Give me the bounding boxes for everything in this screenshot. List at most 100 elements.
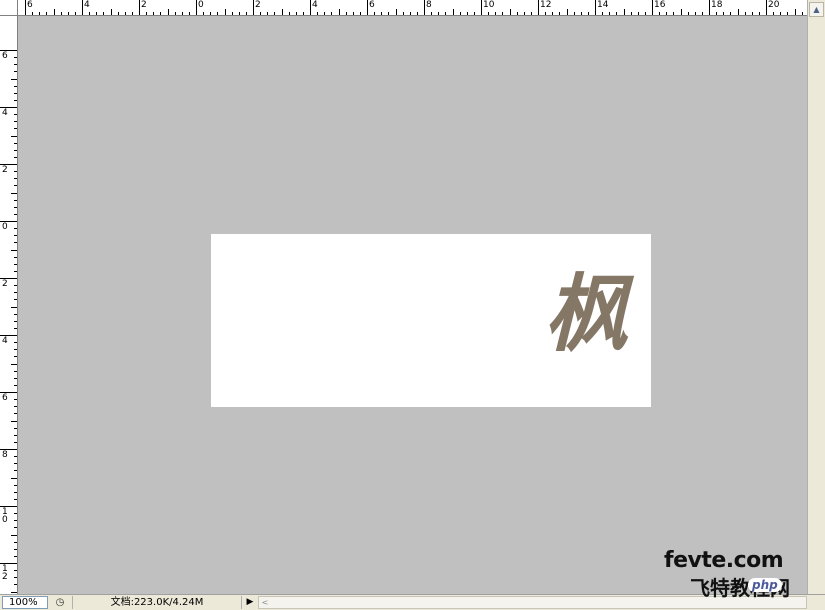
ruler-minor-tick bbox=[14, 270, 17, 272]
ruler-minor-tick bbox=[14, 263, 17, 265]
ruler-minor-tick bbox=[96, 12, 98, 15]
scroll-up-button[interactable]: ▲ bbox=[809, 2, 824, 17]
ruler-minor-tick bbox=[110, 9, 112, 15]
ruler-minor-tick bbox=[14, 85, 17, 87]
ruler-minor-tick bbox=[14, 513, 17, 515]
ruler-minor-tick bbox=[14, 413, 17, 415]
ruler-minor-tick bbox=[502, 12, 504, 15]
ruler-major-tick bbox=[367, 0, 368, 15]
ruler-minor-tick bbox=[609, 12, 611, 15]
ruler-minor-tick bbox=[260, 12, 262, 15]
ruler-minor-tick bbox=[14, 213, 17, 215]
ruler-minor-tick bbox=[210, 12, 212, 15]
ruler-minor-tick bbox=[117, 12, 119, 15]
ruler-minor-tick bbox=[14, 456, 17, 458]
ruler-minor-tick bbox=[60, 12, 62, 15]
ruler-minor-tick bbox=[302, 12, 304, 15]
ruler-minor-tick bbox=[345, 12, 347, 15]
ruler-minor-tick bbox=[431, 12, 433, 15]
ruler-major-tick bbox=[139, 0, 140, 15]
horizontal-ruler[interactable]: 6 4 2 0 2 4 6 8 10 12 14 16 18 20 bbox=[18, 0, 807, 16]
ruler-minor-tick bbox=[14, 427, 17, 429]
ruler-minor-tick bbox=[14, 548, 17, 550]
ruler-minor-tick bbox=[267, 12, 269, 15]
scroll-left-button[interactable]: < bbox=[259, 597, 271, 608]
ruler-minor-tick bbox=[14, 292, 17, 294]
ruler-minor-tick bbox=[14, 434, 17, 436]
ruler-minor-tick bbox=[174, 12, 176, 15]
ruler-minor-tick bbox=[11, 249, 17, 251]
ruler-minor-tick bbox=[11, 192, 17, 194]
ruler-label: 18 bbox=[711, 0, 723, 10]
ruler-label: 6 bbox=[369, 0, 375, 10]
ruler-major-tick bbox=[253, 0, 254, 15]
ruler-minor-tick bbox=[623, 9, 625, 15]
document-size-info: 文档:223.0K/4.24M bbox=[72, 596, 242, 609]
ruler-label: 10 bbox=[483, 0, 495, 10]
ruler-minor-tick bbox=[445, 12, 447, 15]
ruler-major-tick bbox=[652, 0, 653, 15]
watermark-site: fevte.com bbox=[664, 548, 784, 573]
ruler-minor-tick bbox=[167, 9, 169, 15]
ruler-minor-tick bbox=[416, 12, 418, 15]
ruler-minor-tick bbox=[473, 12, 475, 15]
ruler-minor-tick bbox=[11, 477, 17, 479]
ruler-label: 2 bbox=[2, 279, 8, 289]
ruler-minor-tick bbox=[637, 12, 639, 15]
ruler-label: 4 bbox=[2, 336, 8, 346]
ruler-minor-tick bbox=[14, 299, 17, 301]
ruler-label: 2 bbox=[2, 165, 8, 175]
ruler-minor-tick bbox=[11, 420, 17, 422]
ruler-minor-tick bbox=[14, 498, 17, 500]
ruler-minor-tick bbox=[744, 12, 746, 15]
ruler-minor-tick bbox=[14, 199, 17, 201]
ruler-minor-tick bbox=[146, 12, 148, 15]
ruler-minor-tick bbox=[559, 12, 561, 15]
ruler-minor-tick bbox=[131, 12, 133, 15]
zoom-level-field[interactable]: 100% bbox=[2, 596, 48, 609]
ruler-minor-tick bbox=[573, 12, 575, 15]
document-canvas[interactable]: 枫 bbox=[211, 234, 651, 407]
ruler-minor-tick bbox=[11, 363, 17, 365]
ruler-label: 12 bbox=[540, 0, 552, 10]
ruler-label: 20 bbox=[768, 0, 780, 10]
ruler-minor-tick bbox=[644, 12, 646, 15]
ruler-minor-tick bbox=[758, 12, 760, 15]
ruler-minor-tick bbox=[751, 12, 753, 15]
canvas-workspace[interactable]: 枫 bbox=[18, 16, 807, 594]
ruler-minor-tick bbox=[14, 470, 17, 472]
vertical-scrollbar[interactable]: ▲ bbox=[807, 0, 825, 594]
ruler-minor-tick bbox=[14, 441, 17, 443]
ruler-minor-tick bbox=[737, 9, 739, 15]
ruler-major-tick bbox=[82, 0, 83, 15]
vertical-ruler[interactable]: 6 4 2 0 2 4 6 8 1 0 1 2 bbox=[0, 16, 18, 594]
ruler-origin-corner[interactable] bbox=[0, 0, 18, 16]
ruler-minor-tick bbox=[103, 12, 105, 15]
ruler-major-tick bbox=[709, 0, 710, 15]
ruler-major-tick bbox=[481, 0, 482, 15]
ruler-minor-tick bbox=[46, 12, 48, 15]
ruler-minor-tick bbox=[14, 555, 17, 557]
status-info-icon[interactable]: ◷ bbox=[52, 596, 68, 609]
watermark-php-badge: php bbox=[748, 578, 782, 592]
ruler-minor-tick bbox=[14, 570, 17, 572]
ruler-minor-tick bbox=[716, 12, 718, 15]
ruler-minor-tick bbox=[89, 12, 91, 15]
ruler-label: 1 0 bbox=[2, 507, 8, 525]
ruler-minor-tick bbox=[402, 12, 404, 15]
ruler-minor-tick bbox=[67, 12, 69, 15]
ruler-minor-tick bbox=[14, 171, 17, 173]
ruler-minor-tick bbox=[14, 527, 17, 529]
ruler-minor-tick bbox=[530, 12, 532, 15]
ruler-minor-tick bbox=[14, 99, 17, 101]
ruler-minor-tick bbox=[687, 12, 689, 15]
ruler-minor-tick bbox=[14, 356, 17, 358]
status-menu-arrow-icon[interactable]: ▶ bbox=[244, 596, 256, 609]
ruler-minor-tick bbox=[659, 12, 661, 15]
ruler-minor-tick bbox=[14, 206, 17, 208]
ruler-major-tick bbox=[595, 0, 596, 15]
ruler-minor-tick bbox=[14, 406, 17, 408]
ruler-minor-tick bbox=[14, 327, 17, 329]
ruler-minor-tick bbox=[409, 12, 411, 15]
ruler-label: 16 bbox=[654, 0, 666, 10]
